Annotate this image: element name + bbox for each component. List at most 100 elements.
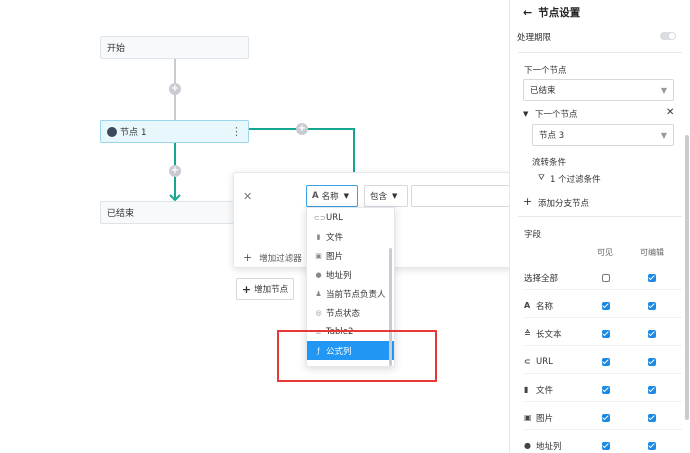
editable-checkbox[interactable] xyxy=(648,386,656,394)
option-url[interactable]: ⊂⊃ URL xyxy=(307,208,394,227)
option-label: 图片 xyxy=(326,251,344,262)
plus-icon: + xyxy=(241,282,252,296)
visible-checkbox[interactable] xyxy=(602,302,610,310)
field-row: ≙ 长文本 xyxy=(524,322,682,346)
add-branch-label[interactable]: 添加分支节点 xyxy=(538,197,589,209)
more-icon[interactable]: ⋮ xyxy=(231,125,242,139)
field-row: ▮ 文件 xyxy=(524,378,682,402)
filter-field-value: 名称 xyxy=(321,192,339,202)
field-row: A 名称 xyxy=(524,294,682,318)
visible-checkbox[interactable] xyxy=(602,274,610,282)
condition-label: 流转条件 xyxy=(532,158,567,168)
field-row: ⊂ URL xyxy=(524,350,682,374)
option-assignee[interactable]: ♟ 当前节点负责人 xyxy=(307,284,394,303)
users-icon: ♟ xyxy=(315,289,322,298)
fields-label: 字段 xyxy=(524,230,542,240)
deadline-label: 处理期限 xyxy=(517,33,552,43)
remove-branch-icon[interactable]: ✕ xyxy=(666,107,674,118)
divider xyxy=(518,52,682,53)
visible-checkbox[interactable] xyxy=(602,386,610,394)
visible-checkbox[interactable] xyxy=(602,330,610,338)
highlight-box xyxy=(277,330,437,382)
caret-down-icon: ▼ xyxy=(392,192,398,200)
collapse-triangle-icon[interactable]: ▼ xyxy=(523,110,528,118)
back-arrow-icon[interactable]: ← xyxy=(523,6,532,19)
option-image[interactable]: ▣ 图片 xyxy=(307,246,394,265)
editable-checkbox[interactable] xyxy=(648,274,656,282)
plus-icon: + xyxy=(243,251,253,264)
editable-checkbox[interactable] xyxy=(648,442,656,450)
panel-title: 节点设置 xyxy=(538,7,581,19)
caret-down-icon: ▼ xyxy=(660,131,667,140)
branch-node-select[interactable]: 节点 3 ▼ xyxy=(532,124,674,146)
visible-checkbox[interactable] xyxy=(602,442,610,450)
link-icon: ⊂⊃ xyxy=(314,213,326,222)
status-icon: ◎ xyxy=(315,308,322,317)
visible-checkbox[interactable] xyxy=(602,414,610,422)
visible-column-header: 可见 xyxy=(597,248,613,257)
next-node-select[interactable]: 已结束 ▼ xyxy=(523,79,674,101)
link-icon: ⊂ xyxy=(524,357,531,366)
branch-node-value: 节点 3 xyxy=(539,131,565,141)
long-text-icon: ≙ xyxy=(524,329,531,338)
node-1-label: 节点 1 xyxy=(120,128,147,138)
editable-checkbox[interactable] xyxy=(648,330,656,338)
option-label: 地址列 xyxy=(326,270,352,281)
add-between-node1-end-icon[interactable]: + xyxy=(169,165,181,177)
file-icon: ▮ xyxy=(316,232,321,241)
start-node-label: 开始 xyxy=(107,44,126,54)
node-1[interactable]: 节点 1 ⋮ xyxy=(100,120,249,143)
filter-value-input[interactable] xyxy=(411,185,517,207)
image-icon: ▣ xyxy=(315,251,322,260)
filter-field-select[interactable]: A 名称 ▼ xyxy=(306,185,358,207)
condition-value[interactable]: 1 个过滤条件 xyxy=(550,173,601,185)
visible-checkbox[interactable] xyxy=(602,358,610,366)
deadline-toggle[interactable] xyxy=(660,32,676,40)
editable-checkbox[interactable] xyxy=(648,358,656,366)
file-icon: ▮ xyxy=(524,385,529,394)
option-node-status[interactable]: ◎ 节点状态 xyxy=(307,303,394,322)
filter-operator-value: 包含 xyxy=(370,192,388,202)
add-node-button[interactable]: + 增加节点 xyxy=(236,278,294,300)
editable-checkbox[interactable] xyxy=(648,414,656,422)
field-row: ● 地址列 xyxy=(524,434,682,453)
filter-operator-select[interactable]: 包含 ▼ xyxy=(364,185,408,207)
branch-label: 下一个节点 xyxy=(535,110,578,120)
option-label: 文件 xyxy=(326,232,344,243)
add-branch-icon[interactable]: + xyxy=(296,123,308,135)
close-icon[interactable]: ✕ xyxy=(243,190,252,203)
option-label: URL xyxy=(326,212,343,223)
option-label: 当前节点负责人 xyxy=(326,289,386,300)
panel-scrollbar[interactable] xyxy=(685,135,689,420)
field-row-select-all: 选择全部 xyxy=(524,266,682,290)
end-node-label: 已结束 xyxy=(107,209,135,219)
add-filter-button[interactable]: + 增加过滤器 xyxy=(243,251,302,264)
node-settings-panel: ← 节点设置 处理期限 下一个节点 已结束 ▼ ▼ 下一个节点 ✕ 节点 3 ▼… xyxy=(509,0,690,453)
add-node-label: 增加节点 xyxy=(254,285,289,295)
option-location[interactable]: ● 地址列 xyxy=(307,265,394,284)
filter-icon: ⛛ xyxy=(538,173,545,182)
editable-checkbox[interactable] xyxy=(648,302,656,310)
text-icon: A xyxy=(524,301,531,310)
node-avatar-icon xyxy=(107,126,117,137)
end-node[interactable]: 已结束 xyxy=(100,201,249,224)
plus-icon: + xyxy=(523,195,533,208)
add-filter-label: 增加过滤器 xyxy=(259,253,302,264)
start-node[interactable]: 开始 xyxy=(100,36,249,59)
location-icon: ● xyxy=(524,441,531,450)
panel-header: ← 节点设置 xyxy=(523,5,580,20)
option-label: 节点状态 xyxy=(326,308,361,319)
option-file[interactable]: ▮ 文件 xyxy=(307,227,394,246)
image-icon: ▣ xyxy=(524,413,532,422)
editable-column-header: 可编辑 xyxy=(640,248,664,257)
next-node-label: 下一个节点 xyxy=(524,66,567,76)
field-row: ▣ 图片 xyxy=(524,406,682,430)
caret-down-icon: ▼ xyxy=(343,192,349,200)
text-field-icon: A xyxy=(312,191,319,201)
divider xyxy=(518,216,682,217)
add-between-start-node1-icon[interactable]: + xyxy=(169,83,181,95)
location-icon: ● xyxy=(315,270,322,279)
next-node-value: 已结束 xyxy=(530,86,556,96)
connector-branch-vertical xyxy=(353,128,355,174)
caret-down-icon: ▼ xyxy=(660,86,667,95)
